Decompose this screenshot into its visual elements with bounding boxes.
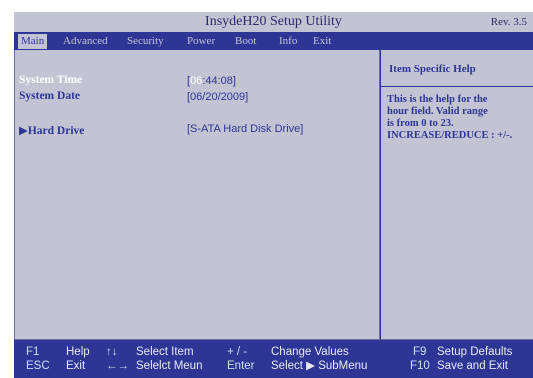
system-date-value[interactable]: [06/20/2009]: [187, 91, 248, 103]
key-f1: F1: [26, 346, 40, 358]
up-down-arrow-icon: ↑↓: [106, 346, 118, 358]
revision-label: Rev. 3.5: [490, 16, 527, 28]
help-text: This is the help for the hour field. Val…: [387, 94, 533, 142]
help-panel: Item Specific Help This is the help for …: [380, 50, 533, 340]
help-divider: [381, 86, 533, 87]
system-time-hour[interactable]: 06: [190, 75, 202, 87]
system-time-field[interactable]: [06:44:08]: [187, 75, 236, 87]
key-plus-minus: + / -: [227, 346, 248, 358]
key-f1-desc: Help: [66, 346, 90, 358]
hard-drive-value: [S-ATA Hard Disk Drive]: [187, 123, 304, 135]
bios-screen: InsydeH20 Setup Utility Rev. 3.5 Main Ad…: [0, 0, 533, 378]
left-right-arrow-icon: ←→: [106, 360, 129, 372]
tab-power[interactable]: Power: [184, 34, 218, 49]
key-esc: ESC: [26, 360, 50, 372]
help-line: INCREASE/REDUCE : +/-.: [387, 130, 513, 141]
key-leftright-desc: Selelct Meun: [136, 360, 203, 372]
tab-security[interactable]: Security: [124, 34, 167, 49]
menu-bar: Main Advanced Security Power Boot Info E…: [14, 32, 533, 50]
title-bar: InsydeH20 Setup Utility Rev. 3.5: [14, 12, 533, 32]
help-line: This is the help for the: [387, 94, 488, 105]
tab-main[interactable]: Main: [18, 34, 48, 49]
key-esc-desc: Exit: [66, 360, 86, 372]
tab-info[interactable]: Info: [276, 34, 300, 49]
key-enter-desc: Select ▶ SubMenu: [271, 360, 368, 372]
system-time-label[interactable]: System Time: [19, 74, 82, 86]
help-line: is from 0 to 23.: [387, 118, 454, 129]
key-enter: Enter: [227, 360, 255, 372]
app-title: InsydeH20 Setup Utility: [205, 14, 342, 29]
tab-exit[interactable]: Exit: [310, 34, 334, 49]
key-f10: F10: [410, 360, 430, 372]
hard-drive-submenu[interactable]: ▶Hard Drive: [19, 123, 84, 137]
system-date-label[interactable]: System Date: [19, 90, 80, 102]
key-f9-desc: Setup Defaults: [437, 346, 513, 358]
settings-panel: System Time [06:44:08] System Date [06/2…: [14, 50, 380, 340]
key-updown-desc: Select Item: [136, 346, 194, 358]
system-time-rest[interactable]: :44:08]: [202, 75, 236, 87]
tab-boot[interactable]: Boot: [232, 34, 259, 49]
help-title: Item Specific Help: [389, 63, 476, 75]
key-f10-desc: Save and Exit: [437, 360, 508, 372]
help-line: hour field. Valid range: [387, 106, 488, 117]
key-plus-minus-desc: Change Values: [271, 346, 349, 358]
key-f9: F9: [413, 346, 427, 358]
key-legend-bar: F1 Help ↑↓ Select Item + / - Change Valu…: [14, 340, 533, 378]
tab-advanced[interactable]: Advanced: [60, 34, 111, 49]
